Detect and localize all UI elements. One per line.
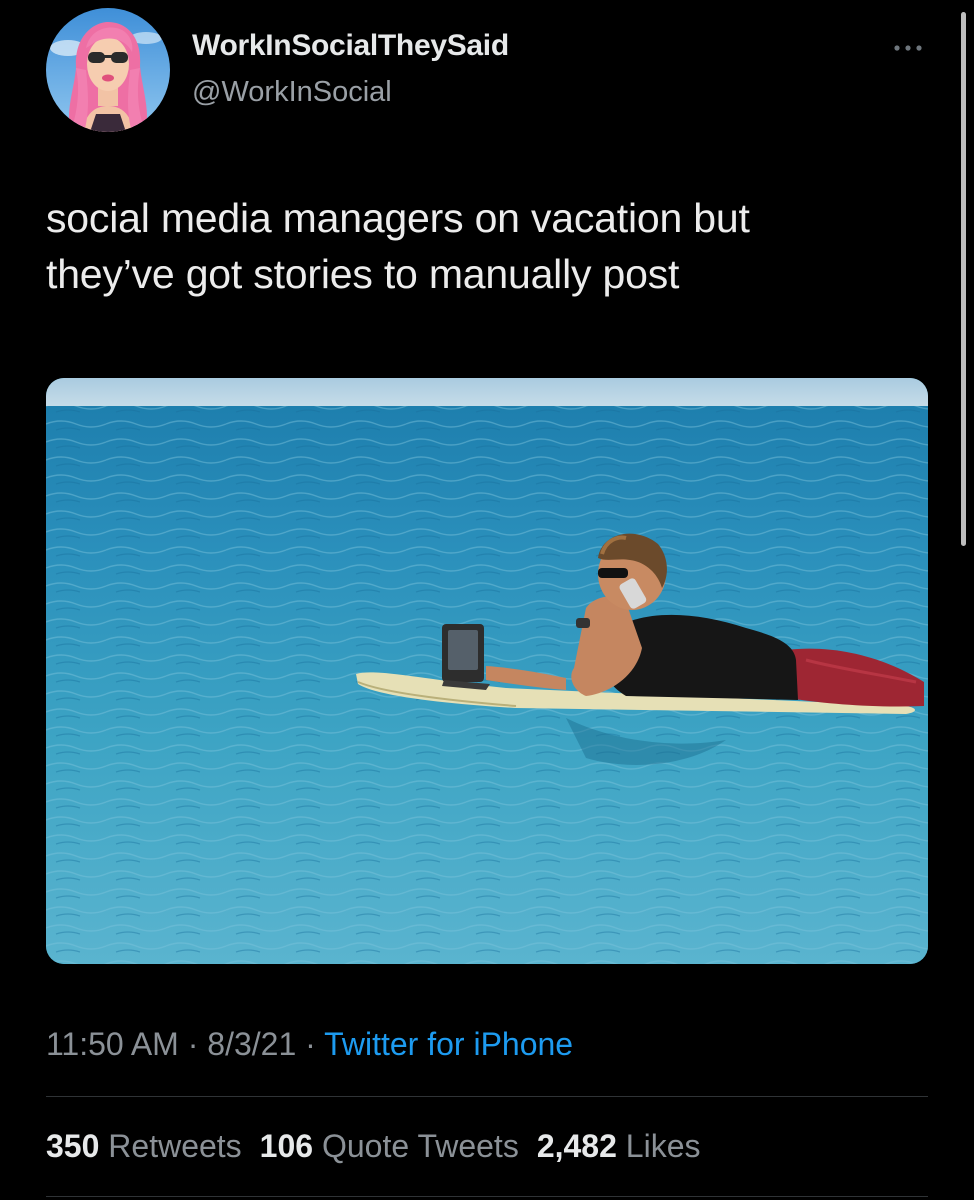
likes-count: 2,482 [536, 1128, 617, 1164]
divider [46, 1096, 928, 1097]
tweet-timestamp: 11:50 AM · 8/3/21 · Twitter for iPhone [46, 1022, 573, 1066]
display-name[interactable]: WorkInSocialTheySaid [192, 28, 509, 64]
scrollbar[interactable] [961, 12, 966, 546]
author-info[interactable]: WorkInSocialTheySaid @WorkInSocial [192, 28, 509, 110]
tweet-media-image[interactable] [46, 378, 928, 964]
tweet-text-line-2: they’ve got stories to manually post [46, 251, 680, 297]
retweets-label: Retweets [108, 1128, 242, 1164]
retweets-stat[interactable]: 350 Retweets [46, 1128, 242, 1164]
quote-tweets-label: Quote Tweets [321, 1128, 519, 1164]
meta-separator: · [296, 1026, 325, 1062]
quote-tweets-count: 106 [259, 1128, 314, 1164]
retweets-count: 350 [46, 1128, 100, 1164]
more-options-button[interactable] [888, 36, 928, 60]
likes-stat[interactable]: 2,482 Likes [537, 1128, 701, 1164]
avatar-pink-hair-icon [46, 8, 170, 132]
tweet-text-line-1: social media managers on vacation but [46, 195, 750, 241]
more-horizontal-icon [894, 45, 922, 51]
tweet-source-link[interactable]: Twitter for iPhone [324, 1026, 573, 1062]
tweet-text: social media managers on vacation but th… [46, 190, 926, 302]
user-handle[interactable]: @WorkInSocial [192, 74, 509, 110]
divider [46, 1196, 928, 1197]
tweet-stats: 350 Retweets 106 Quote Tweets 2,482 Likes [46, 1124, 718, 1168]
likes-label: Likes [625, 1128, 701, 1164]
tweet: WorkInSocialTheySaid @WorkInSocial socia… [0, 0, 974, 1200]
tweet-time[interactable]: 11:50 AM [46, 1026, 179, 1062]
quote-tweets-stat[interactable]: 106 Quote Tweets [260, 1128, 519, 1164]
photo-man-on-surfboard-with-laptop [46, 378, 928, 964]
meta-separator: · [178, 1026, 208, 1062]
avatar[interactable] [46, 8, 170, 132]
tweet-date[interactable]: 8/3/21 [207, 1026, 296, 1062]
